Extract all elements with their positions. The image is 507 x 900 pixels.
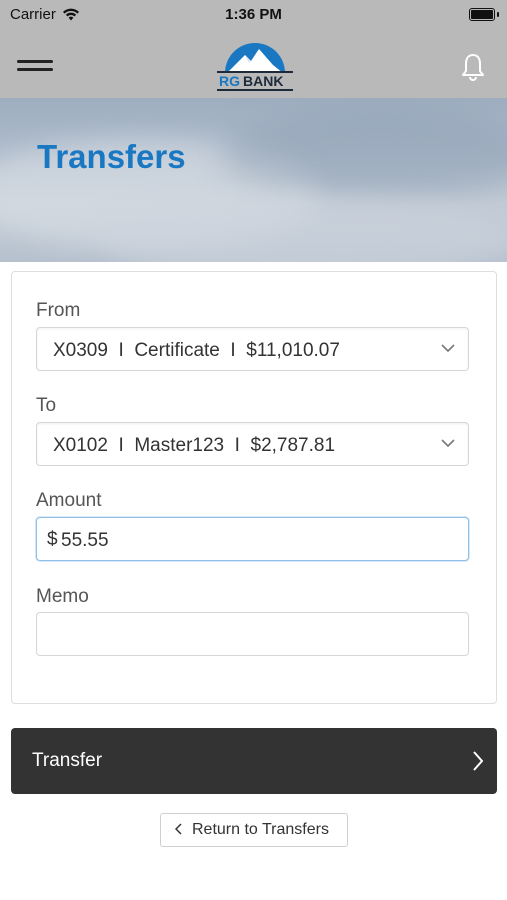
chevron-left-icon	[175, 823, 182, 835]
battery-icon	[469, 8, 495, 21]
memo-label: Memo	[36, 586, 89, 607]
from-account-select[interactable]: X0309 I Certificate I $11,010.07	[36, 327, 469, 371]
transfer-button[interactable]: Transfer	[11, 728, 497, 794]
from-label: From	[36, 300, 81, 321]
status-time: 1:36 PM	[225, 6, 282, 23]
to-label: To	[36, 395, 57, 416]
rg-bank-logo: RG BANK	[217, 43, 293, 91]
return-to-transfers-button[interactable]: Return to Transfers	[160, 813, 348, 847]
page-title: Transfers	[37, 138, 186, 175]
to-account-select[interactable]: X0102 I Master123 I $2,787.81	[36, 422, 469, 466]
chevron-down-icon	[441, 344, 455, 353]
hamburger-menu-icon[interactable]	[17, 60, 53, 74]
return-label: Return to Transfers	[192, 821, 329, 838]
status-bar: Carrier 1:36 PM	[0, 0, 507, 30]
svg-text:BANK: BANK	[243, 73, 283, 89]
to-account-value: X0102 I Master123 I $2,787.81	[53, 435, 336, 456]
battery-cap	[497, 12, 499, 17]
chevron-down-icon	[441, 439, 455, 448]
from-account-value: X0309 I Certificate I $11,010.07	[53, 340, 340, 361]
transfer-button-label: Transfer	[32, 750, 103, 771]
top-nav-bar: RG BANK	[0, 30, 507, 98]
svg-text:RG: RG	[219, 73, 240, 89]
hero-banner: Transfers	[0, 98, 507, 262]
chevron-right-icon	[473, 751, 484, 771]
memo-input[interactable]	[36, 612, 469, 656]
amount-value: 55.55	[61, 530, 109, 551]
amount-label: Amount	[36, 490, 102, 511]
amount-input[interactable]: $ 55.55	[36, 517, 469, 561]
bell-icon[interactable]	[459, 52, 487, 82]
currency-symbol: $	[47, 529, 58, 550]
